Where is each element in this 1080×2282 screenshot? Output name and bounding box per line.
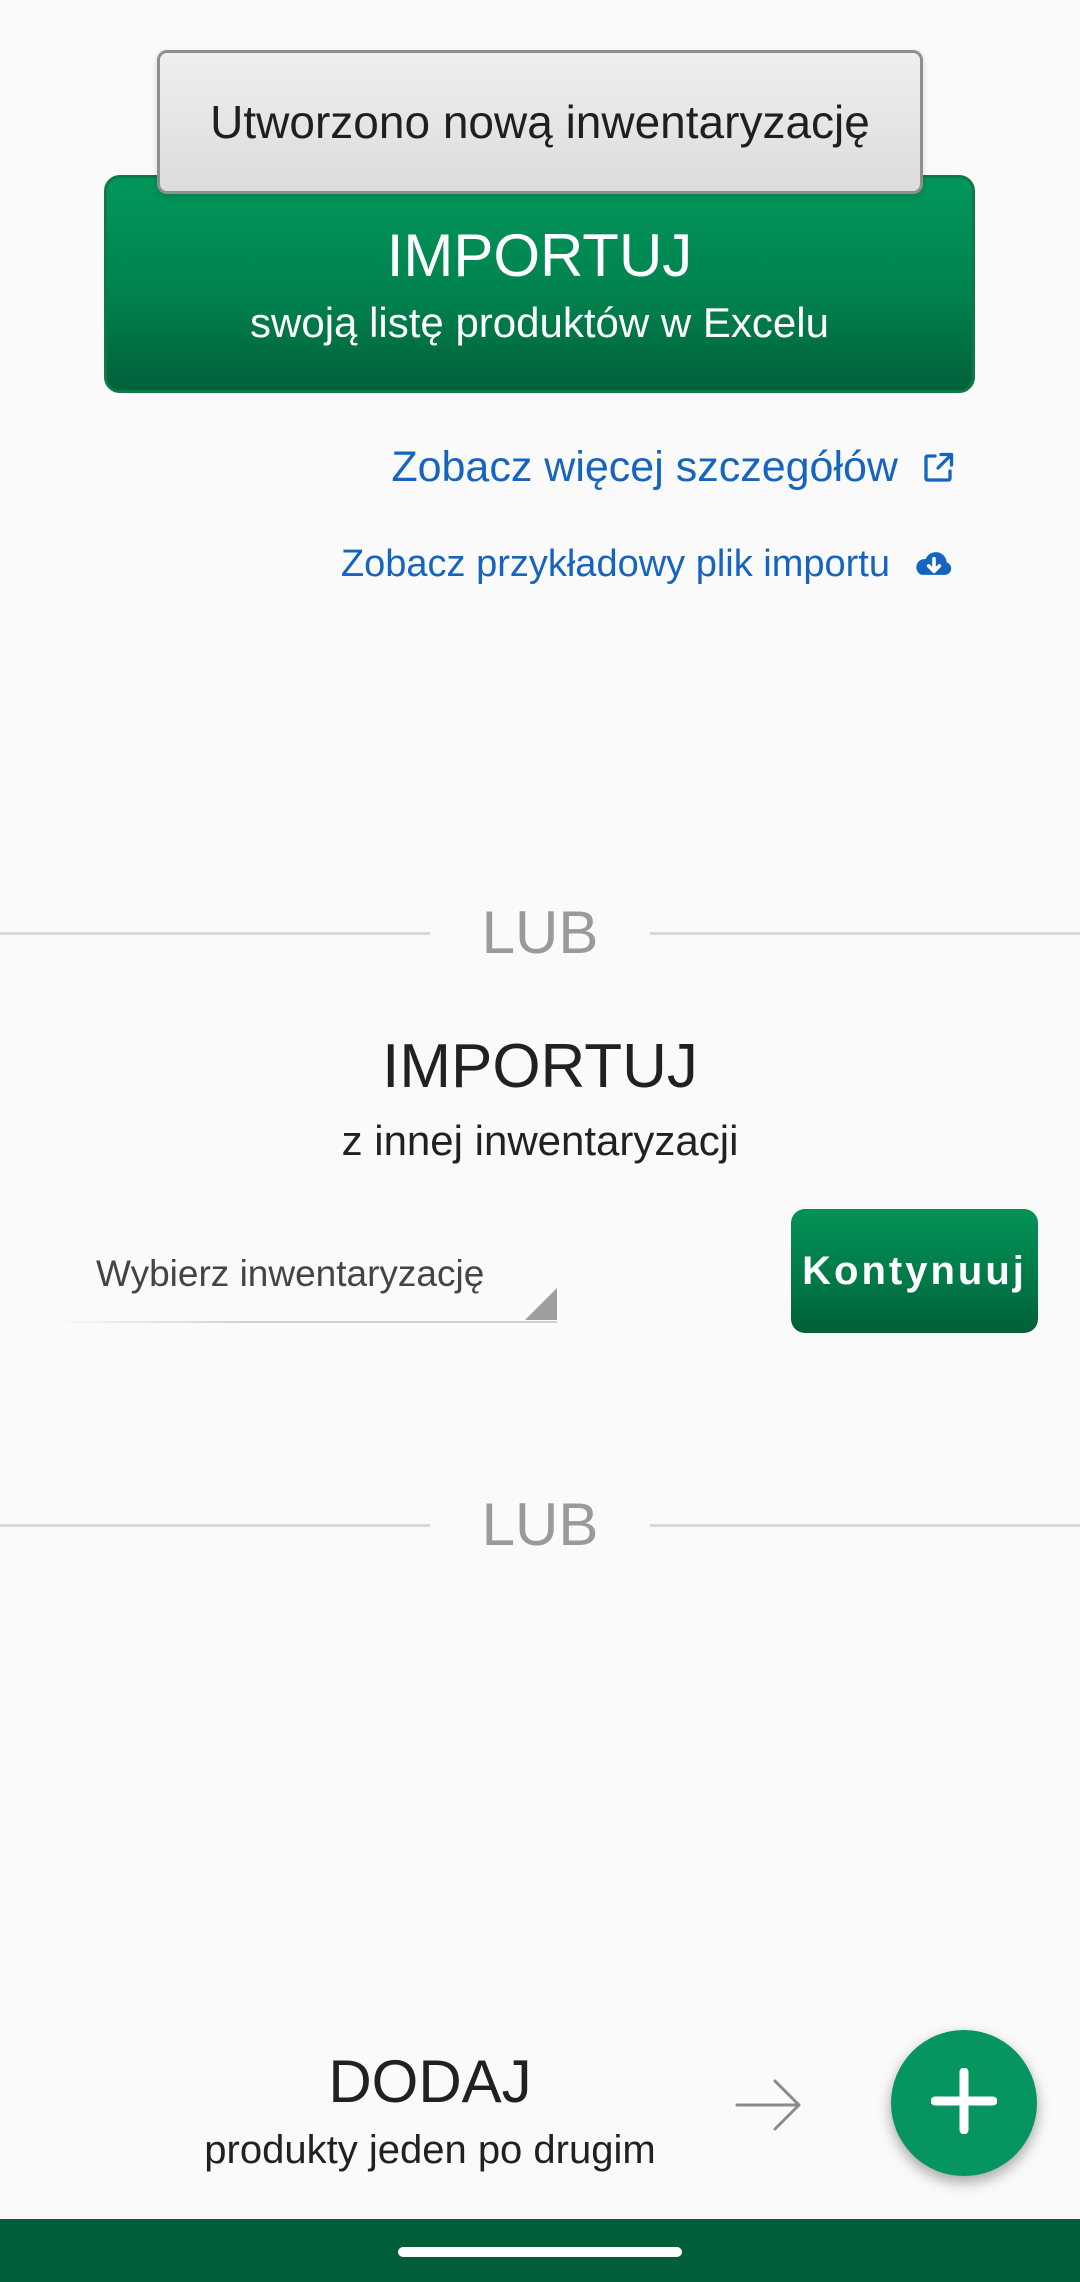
home-gesture-handle[interactable] (398, 2247, 682, 2257)
or-separator: LUB (0, 903, 1080, 963)
see-more-details-link[interactable]: Zobacz więcej szczegółów (391, 443, 956, 492)
sample-import-file-label: Zobacz przykładowy plik importu (340, 543, 890, 585)
sample-import-file-link[interactable]: Zobacz przykładowy plik importu (341, 543, 956, 586)
add-products-subtitle: produkty jeden po drugim (204, 2128, 656, 2172)
import-excel-button[interactable]: IMPORTUJ swoją listę produktów w Excelu (104, 175, 975, 393)
system-navigation-bar (0, 2219, 1080, 2282)
plus-icon (930, 2067, 998, 2139)
see-more-details-label: Zobacz więcej szczegółów (391, 443, 898, 491)
dropdown-underline (52, 1321, 557, 1323)
import-other-title: IMPORTUJ (382, 1032, 698, 1101)
continue-button[interactable]: Kontynuuj (791, 1209, 1038, 1333)
toast-message: Utworzono nową inwentaryzację (157, 50, 923, 194)
separator-line-right (650, 932, 1080, 935)
separator-line-right (650, 1524, 1080, 1527)
add-product-fab[interactable] (891, 2030, 1037, 2176)
add-products-title: DODAJ (328, 2048, 532, 2115)
select-inventory-value: Wybierz inwentaryzację (96, 1253, 485, 1294)
select-inventory-dropdown[interactable]: Wybierz inwentaryzację (52, 1245, 557, 1323)
import-excel-subtitle: swoją listę produktów w Excelu (250, 299, 829, 346)
or-separator: LUB (0, 1495, 1080, 1555)
dropdown-corner-arrow-icon (525, 1288, 557, 1320)
cloud-download-icon (912, 547, 956, 583)
arrow-right-icon (735, 2075, 805, 2140)
external-link-icon (920, 450, 956, 486)
import-excel-title: IMPORTUJ (386, 222, 693, 289)
import-other-subtitle: z innej inwentaryzacji (341, 1117, 739, 1164)
toast-text: Utworzono nową inwentaryzację (210, 96, 870, 148)
